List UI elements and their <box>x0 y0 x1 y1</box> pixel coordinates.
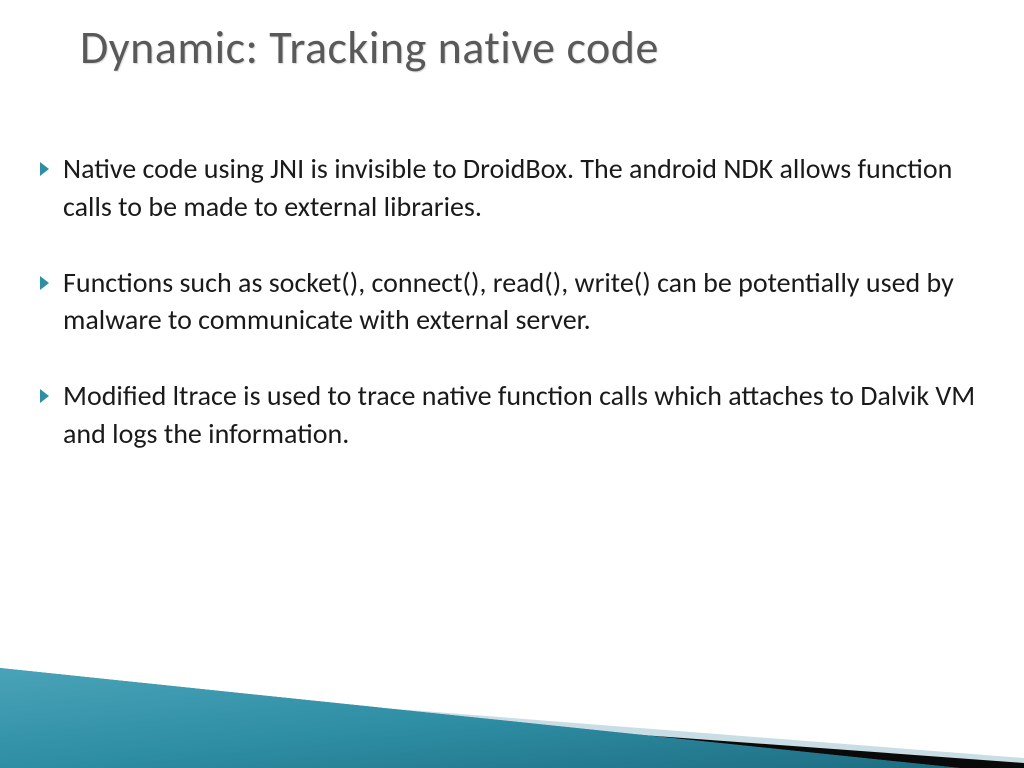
bullet-text: Native code using JNI is invisible to Dr… <box>63 150 984 226</box>
corner-decoration <box>0 608 1024 768</box>
bullet-item: Modified ltrace is used to trace native … <box>40 377 984 453</box>
bullet-text: Functions such as socket(), connect(), r… <box>63 264 984 340</box>
content-area: Native code using JNI is invisible to Dr… <box>40 150 984 491</box>
triangle-bullet-icon <box>40 162 49 176</box>
bullet-item: Functions such as socket(), connect(), r… <box>40 264 984 340</box>
bullet-text: Modified ltrace is used to trace native … <box>63 377 984 453</box>
bullet-item: Native code using JNI is invisible to Dr… <box>40 150 984 226</box>
triangle-bullet-icon <box>40 276 49 290</box>
slide-title: Dynamic: Tracking native code <box>80 20 964 76</box>
triangle-bullet-icon <box>40 389 49 403</box>
slide: Dynamic: Tracking native code Native cod… <box>0 0 1024 768</box>
